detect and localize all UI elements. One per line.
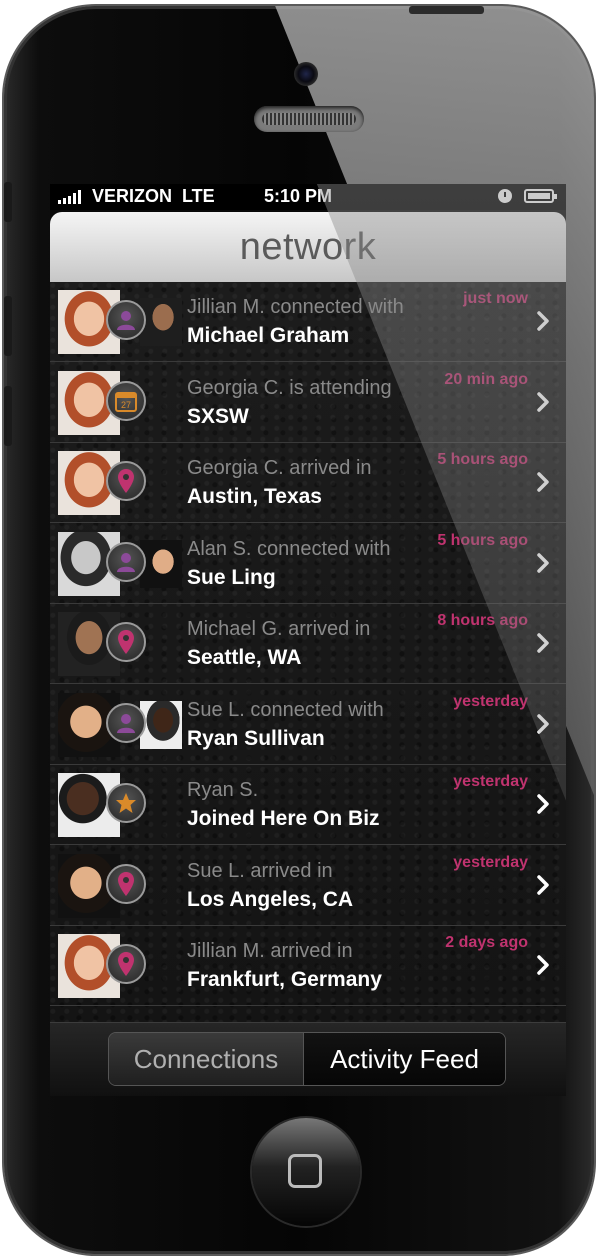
location-pin-icon [106, 461, 146, 501]
carrier-label: VERIZON LTE [92, 186, 215, 206]
screen: VERIZON LTE 5:10 PM network Jillian M. c… [50, 184, 566, 1096]
secondary-avatar [140, 539, 182, 588]
person-icon [106, 300, 146, 340]
activity-timestamp: 2 days ago [445, 934, 528, 951]
activity-subject: Jillian M. connected with [187, 296, 404, 318]
mute-switch [4, 182, 12, 222]
person-icon [106, 541, 146, 582]
feed-row[interactable]: Sue L. arrived in Los Angeles, CA yesterda… [50, 846, 566, 926]
activity-object: Michael Graham [187, 324, 350, 347]
activity-subject: Georgia C. arrived in [187, 457, 372, 479]
chevron-right-icon[interactable] [536, 471, 550, 493]
activity-subject: Alan S. connected with [187, 537, 391, 560]
svg-text:27: 27 [121, 400, 131, 410]
activity-feed-list[interactable]: Jillian M. connected with Michael Graham j… [50, 184, 566, 1082]
earpiece-speaker [254, 106, 364, 132]
location-pin-icon [106, 944, 146, 984]
feed-row[interactable]: Georgia C. arrived in Austin, Texas 5 hour… [50, 443, 566, 523]
secondary-avatar [140, 298, 182, 346]
nav-bar: network [50, 212, 566, 283]
chevron-right-icon[interactable] [536, 954, 550, 976]
phone-frame: VERIZON LTE 5:10 PM network Jillian M. c… [4, 6, 594, 1254]
activity-subject: Sue L. arrived in [187, 859, 333, 882]
calendar-icon: 27 [106, 380, 146, 421]
chevron-right-icon[interactable] [536, 793, 550, 815]
tab-bar: Connections Activity Feed [50, 1022, 566, 1096]
home-square-icon [288, 1154, 322, 1188]
status-bar: VERIZON LTE 5:10 PM [50, 184, 566, 210]
feed-row[interactable]: Ryan S. Joined Here On Biz yesterday [50, 765, 566, 845]
activity-object: Joined Here On Biz [187, 807, 380, 830]
activity-timestamp: 8 hours ago [437, 612, 528, 629]
front-camera [294, 62, 318, 86]
feed-row[interactable]: Alan S. connected with Sue Ling 5 hours ag… [50, 524, 566, 604]
person-icon [106, 702, 146, 743]
activity-subject: Jillian M. arrived in [187, 940, 353, 962]
feed-row[interactable]: Jillian M. arrived in Frankfurt, Germany 2… [50, 926, 566, 1006]
activity-subject: Georgia C. is attending [187, 376, 392, 399]
location-pin-icon [106, 622, 146, 662]
chevron-right-icon[interactable] [536, 310, 550, 332]
activity-subject: Sue L. connected with [187, 698, 384, 721]
secondary-avatar [140, 700, 182, 749]
activity-timestamp: yesterday [453, 692, 528, 710]
chevron-right-icon[interactable] [536, 391, 550, 413]
feed-row[interactable]: 27 Georgia C. is attending SXSW 20 min ago [50, 363, 566, 443]
activity-object: Los Angeles, CA [187, 887, 354, 911]
chevron-right-icon[interactable] [536, 552, 550, 574]
activity-object: Austin, Texas [187, 485, 322, 508]
activity-subject: Michael G. arrived in [187, 618, 371, 640]
tab-connections[interactable]: Connections [109, 1033, 305, 1085]
volume-down-button [4, 386, 12, 446]
activity-timestamp: yesterday [453, 773, 528, 790]
alarm-clock-icon [498, 189, 512, 203]
activity-timestamp: 5 hours ago [437, 531, 528, 549]
activity-object: SXSW [187, 404, 249, 428]
chevron-right-icon[interactable] [536, 874, 550, 896]
sleep-button [409, 6, 484, 14]
volume-up-button [4, 296, 12, 356]
activity-object: Ryan Sullivan [187, 726, 325, 750]
home-button[interactable] [252, 1118, 360, 1226]
feed-row[interactable]: Michael G. arrived in Seattle, WA 8 hours … [50, 604, 566, 684]
page-title: network [239, 226, 377, 268]
feed-row[interactable]: Sue L. connected with Ryan Sullivan yester… [50, 685, 566, 765]
activity-timestamp: just now [463, 290, 528, 307]
feed-row[interactable]: Jillian M. connected with Michael Graham j… [50, 282, 566, 362]
star-icon [106, 783, 146, 823]
chevron-right-icon[interactable] [536, 713, 550, 735]
tab-activity-feed[interactable]: Activity Feed [304, 1033, 505, 1085]
activity-timestamp: 5 hours ago [437, 451, 528, 468]
activity-object: Sue Ling [187, 565, 276, 589]
activity-object: Frankfurt, Germany [187, 968, 382, 991]
activity-object: Seattle, WA [187, 646, 302, 669]
activity-timestamp: yesterday [453, 853, 528, 871]
activity-timestamp: 20 min ago [444, 370, 528, 388]
status-time: 5:10 PM [264, 186, 333, 206]
chevron-right-icon[interactable] [536, 632, 550, 654]
battery-icon [524, 189, 557, 203]
segmented-control: Connections Activity Feed [108, 1032, 506, 1086]
activity-subject: Ryan S. [187, 779, 259, 801]
location-pin-icon [106, 863, 146, 904]
